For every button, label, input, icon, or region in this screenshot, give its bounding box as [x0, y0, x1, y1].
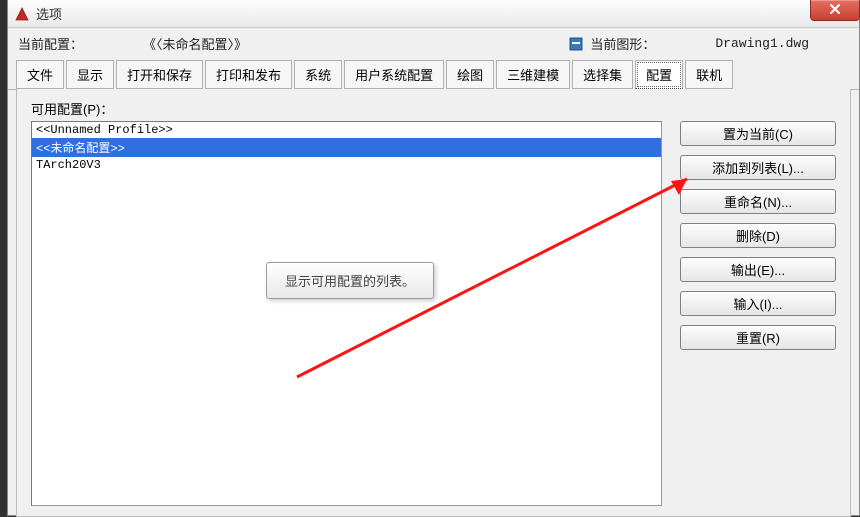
list-item[interactable]: <<未命名配置>> — [32, 138, 661, 157]
tab-10[interactable]: 联机 — [685, 60, 733, 89]
tab-0[interactable]: 文件 — [16, 60, 64, 89]
list-item[interactable]: TArch20V3 — [32, 157, 661, 173]
app-icon — [14, 6, 30, 22]
import-button[interactable]: 输入(I)... — [680, 291, 836, 316]
tab-5[interactable]: 用户系统配置 — [344, 60, 444, 89]
tab-6[interactable]: 绘图 — [446, 60, 494, 89]
window-frame-edge — [0, 0, 7, 516]
profile-listbox[interactable]: <<Unnamed Profile>><<未命名配置>>TArch20V3 — [31, 121, 662, 506]
tab-4[interactable]: 系统 — [294, 60, 342, 89]
tab-9[interactable]: 配置 — [635, 60, 683, 89]
tab-8[interactable]: 选择集 — [572, 60, 633, 89]
rename-button[interactable]: 重命名(N)... — [680, 189, 836, 214]
list-item[interactable]: <<Unnamed Profile>> — [32, 122, 661, 138]
current-drawing-value: Drawing1.dwg — [715, 36, 809, 51]
drawing-icon — [568, 36, 584, 52]
titlebar: 选项 — [8, 0, 859, 28]
export-button[interactable]: 输出(E)... — [680, 257, 836, 282]
add-to-list-button[interactable]: 添加到列表(L)... — [680, 155, 836, 180]
options-window: 选项 当前配置： 《〈未命名配置〉》 当前图形： Drawing1.dwg 文件… — [7, 0, 860, 516]
profile-pane: 可用配置(P)： <<Unnamed Profile>><<未命名配置>>TAr… — [16, 89, 851, 517]
current-profile-label: 当前配置： — [18, 34, 83, 53]
tab-2[interactable]: 打开和保存 — [116, 60, 203, 89]
window-title: 选项 — [36, 4, 62, 23]
current-profile-value: 《〈未命名配置〉》 — [143, 34, 247, 53]
close-button[interactable] — [810, 0, 860, 21]
tab-7[interactable]: 三维建模 — [496, 60, 570, 89]
side-buttons: 置为当前(C) 添加到列表(L)... 重命名(N)... 删除(D) 输出(E… — [680, 121, 836, 506]
tooltip: 显示可用配置的列表。 — [266, 262, 434, 299]
current-drawing-label: 当前图形： — [590, 34, 655, 53]
reset-button[interactable]: 重置(R) — [680, 325, 836, 350]
tooltip-text: 显示可用配置的列表。 — [285, 274, 415, 289]
tab-1[interactable]: 显示 — [66, 60, 114, 89]
close-icon — [829, 3, 841, 18]
tabs-row: 文件显示打开和保存打印和发布系统用户系统配置绘图三维建模选择集配置联机 — [8, 60, 859, 90]
delete-button[interactable]: 删除(D) — [680, 223, 836, 248]
meta-row: 当前配置： 《〈未命名配置〉》 当前图形： Drawing1.dwg — [8, 28, 859, 57]
set-current-button[interactable]: 置为当前(C) — [680, 121, 836, 146]
available-profiles-label: 可用配置(P)： — [31, 99, 836, 118]
tab-3[interactable]: 打印和发布 — [205, 60, 292, 89]
